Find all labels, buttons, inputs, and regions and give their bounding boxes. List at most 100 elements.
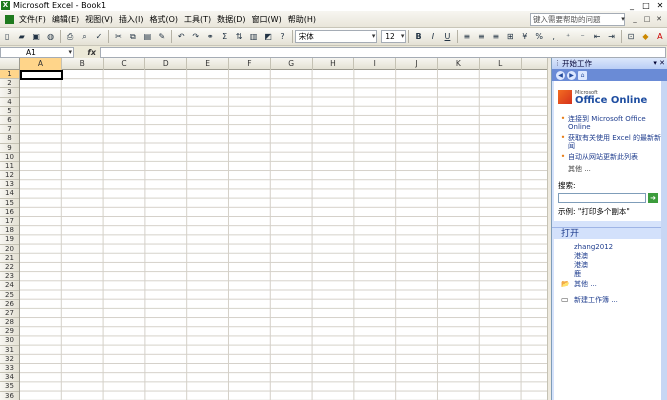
column-header[interactable]: J [396, 58, 438, 70]
row-header[interactable]: 12 [0, 171, 19, 181]
currency-icon[interactable]: ¥ [519, 30, 531, 43]
doc-restore-button[interactable]: □ [641, 13, 653, 26]
workbook-icon[interactable] [2, 13, 16, 26]
home-icon[interactable]: ⌂ [578, 70, 587, 80]
autosum-icon[interactable]: Σ [218, 30, 230, 43]
hyperlink-icon[interactable]: ⚭ [204, 30, 216, 43]
row-header[interactable]: 33 [0, 364, 19, 374]
link-office-online[interactable]: • 连接到 Microsoft Office Online [558, 115, 661, 132]
row-header[interactable]: 1 [0, 70, 19, 80]
ask-question-input[interactable]: 键入需要帮助的问题 [530, 13, 625, 26]
row-header[interactable]: 25 [0, 291, 19, 300]
row-header[interactable]: 7 [0, 125, 19, 135]
column-header[interactable]: H [313, 58, 355, 70]
column-header[interactable]: L [480, 58, 522, 70]
align-left-icon[interactable]: ≡ [461, 30, 473, 43]
fill-color-icon[interactable]: ◆ [639, 30, 651, 43]
menu-window[interactable]: 窗口(W) [249, 11, 285, 28]
cell-area[interactable] [20, 70, 547, 400]
open-icon[interactable]: ▰ [15, 30, 27, 43]
help-icon[interactable]: ? [276, 30, 288, 43]
decrease-indent-icon[interactable]: ⇤ [591, 30, 603, 43]
forward-icon[interactable]: ▶ [567, 70, 576, 80]
row-header[interactable]: 11 [0, 162, 19, 172]
menu-data[interactable]: 数据(D) [214, 11, 248, 28]
row-header[interactable]: 10 [0, 153, 19, 162]
row-header[interactable]: 26 [0, 300, 19, 309]
row-header[interactable]: 34 [0, 373, 19, 383]
row-header[interactable]: 16 [0, 208, 19, 217]
menu-insert[interactable]: 插入(I) [116, 11, 147, 28]
row-header[interactable]: 27 [0, 309, 19, 319]
chart-wizard-icon[interactable]: ▥ [247, 30, 259, 43]
column-header[interactable]: A [20, 58, 62, 70]
row-header[interactable]: 14 [0, 189, 19, 199]
row-header[interactable]: 8 [0, 134, 19, 144]
link-latest-news[interactable]: • 获取有关使用 Excel 的最新新闻 [558, 134, 661, 151]
menu-file[interactable]: 文件(F) [16, 11, 49, 28]
font-name-select[interactable]: 宋体 [294, 30, 378, 43]
comma-style-icon[interactable]: , [547, 30, 559, 43]
borders-icon[interactable]: ⊡ [625, 30, 637, 43]
percent-button[interactable]: % [533, 30, 545, 43]
doc-close-button[interactable]: ✕ [653, 13, 665, 26]
bold-button[interactable]: B [412, 30, 424, 43]
search-go-icon[interactable]: ➜ [648, 193, 658, 203]
row-header[interactable]: 5 [0, 107, 19, 116]
column-header[interactable]: E [187, 58, 229, 70]
sort-ascending-icon[interactable]: ⇅ [233, 30, 245, 43]
spelling-icon[interactable]: ✓ [93, 30, 105, 43]
permission-icon[interactable]: ◍ [44, 30, 56, 43]
column-header[interactable]: G [271, 58, 313, 70]
copy-icon[interactable]: ⧉ [127, 30, 139, 43]
name-box[interactable]: A1 [0, 46, 74, 58]
new-icon[interactable]: ▯ [1, 30, 13, 43]
menu-format[interactable]: 格式(O) [146, 11, 181, 28]
row-header[interactable]: 35 [0, 382, 19, 392]
back-icon[interactable]: ◀ [556, 70, 565, 80]
row-header[interactable]: 36 [0, 392, 19, 400]
save-icon[interactable]: ▣ [30, 30, 42, 43]
minimize-button[interactable]: _ [625, 0, 639, 11]
italic-button[interactable]: I [427, 30, 439, 43]
redo-icon[interactable]: ↷ [189, 30, 201, 43]
decrease-decimal-icon[interactable]: ⁻ [576, 30, 588, 43]
task-pane-scrollbar[interactable] [661, 81, 667, 400]
doc-minimize-button[interactable]: _ [629, 13, 641, 26]
print-preview-icon[interactable]: ⌕ [78, 30, 90, 43]
row-header[interactable]: 32 [0, 355, 19, 364]
paste-icon[interactable]: ▤ [141, 30, 153, 43]
row-header[interactable]: 13 [0, 180, 19, 190]
align-center-icon[interactable]: ≡ [475, 30, 487, 43]
search-input[interactable] [558, 193, 646, 203]
close-button[interactable]: ✕ [653, 0, 667, 11]
align-right-icon[interactable]: ≡ [490, 30, 502, 43]
column-header[interactable]: C [104, 58, 146, 70]
row-header[interactable]: 28 [0, 318, 19, 328]
row-header[interactable]: 20 [0, 245, 19, 254]
ask-dropdown-icon[interactable]: ▾ [617, 13, 629, 26]
recent-file[interactable]: zhang2012 [574, 243, 661, 252]
new-workbook-link[interactable]: 新建工作簿 ... [561, 295, 661, 305]
menu-help[interactable]: 帮助(H) [285, 11, 319, 28]
insert-function-icon[interactable]: fx [74, 48, 100, 57]
row-header[interactable]: 23 [0, 272, 19, 282]
drawing-icon[interactable]: ◩ [262, 30, 274, 43]
row-header[interactable]: 24 [0, 281, 19, 291]
maximize-button[interactable]: □ [639, 0, 653, 11]
row-header[interactable]: 15 [0, 199, 19, 208]
recent-file[interactable]: 港澳 [574, 252, 661, 261]
column-header[interactable]: F [229, 58, 271, 70]
undo-icon[interactable]: ↶ [175, 30, 187, 43]
font-color-icon[interactable]: A [654, 30, 666, 43]
more-links[interactable]: 其他 ... [558, 164, 661, 174]
row-header[interactable]: 30 [0, 336, 19, 346]
format-painter-icon[interactable]: ✎ [156, 30, 168, 43]
increase-indent-icon[interactable]: ⇥ [605, 30, 617, 43]
formula-input[interactable] [100, 46, 666, 58]
column-header[interactable]: D [145, 58, 188, 70]
open-more-link[interactable]: 其他 ... [561, 279, 661, 289]
recent-file[interactable]: 鹿 [574, 270, 661, 279]
menu-tools[interactable]: 工具(T) [181, 11, 214, 28]
recent-file[interactable]: 港澳 [574, 261, 661, 270]
